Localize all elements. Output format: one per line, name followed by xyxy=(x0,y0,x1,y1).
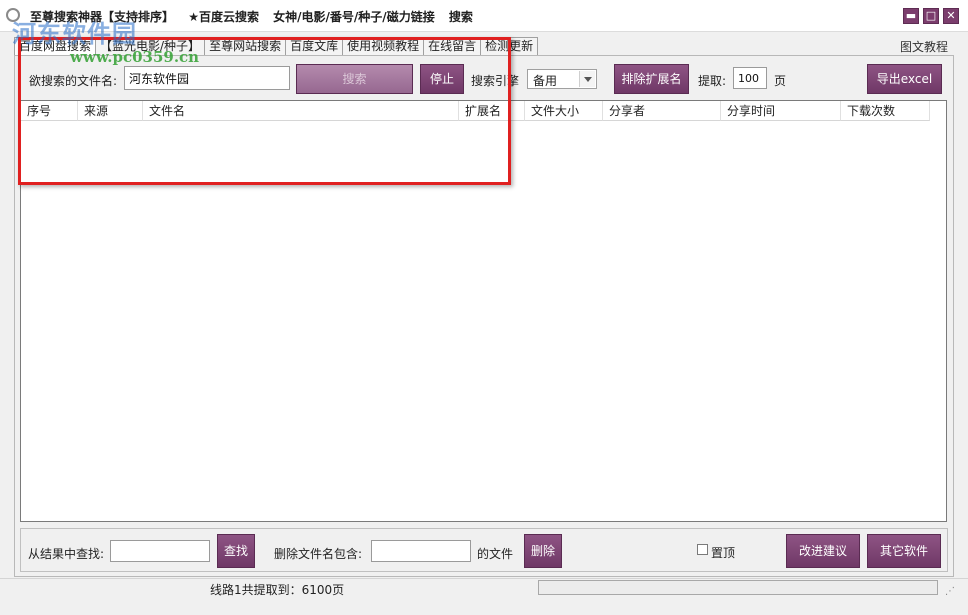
column-header-share-time[interactable]: 分享时间 xyxy=(721,101,841,121)
fetch-label: 提取: xyxy=(698,74,727,88)
search-engine-value: 备用 xyxy=(533,74,558,88)
suggestion-button[interactable]: 改进建议 xyxy=(786,534,860,568)
title-bar: 至尊搜索神器【支持排序】 ★百度云搜索 女神/电影/番号/种子/磁力链接 搜索 … xyxy=(0,0,968,32)
column-header-downloads[interactable]: 下载次数 xyxy=(841,101,930,121)
find-input[interactable] xyxy=(110,540,210,562)
close-button[interactable]: ✕ xyxy=(943,8,959,24)
page-unit-label: 页 xyxy=(774,74,787,88)
status-text: 线路1共提取到：6100页 xyxy=(210,583,345,597)
delete-filter-input[interactable] xyxy=(371,540,471,562)
exclude-extension-button[interactable]: 排除扩展名 xyxy=(614,64,689,94)
title-menu-categories[interactable]: 女神/电影/番号/种子/磁力链接 xyxy=(273,10,435,24)
find-label: 从结果中查找: xyxy=(28,547,105,561)
pin-top-label: 置顶 xyxy=(711,546,736,560)
delete-button[interactable]: 删除 xyxy=(524,534,562,568)
resize-grip-icon[interactable]: ⋰ xyxy=(945,586,955,597)
title-menu-baiduyun[interactable]: ★百度云搜索 xyxy=(188,10,259,24)
column-header-sharer[interactable]: 分享者 xyxy=(603,101,721,121)
search-engine-select[interactable]: 备用 xyxy=(527,69,597,89)
delete-label: 删除文件名包含: xyxy=(274,547,363,561)
progress-bar xyxy=(538,580,938,595)
column-header-filesize[interactable]: 文件大小 xyxy=(525,101,603,121)
export-excel-button[interactable]: 导出excel xyxy=(867,64,942,94)
maximize-button[interactable]: □ xyxy=(923,8,939,24)
minimize-button[interactable]: ▬ xyxy=(903,8,919,24)
help-tutorial-link[interactable]: 图文教程 xyxy=(900,38,948,55)
minimize-icon: ▬ xyxy=(905,9,917,22)
watermark-url: www.pc0359.cn xyxy=(70,48,200,66)
find-button[interactable]: 查找 xyxy=(217,534,255,568)
chevron-down-icon xyxy=(579,71,595,87)
fetch-pages-input[interactable] xyxy=(733,67,767,89)
file-suffix-label: 的文件 xyxy=(477,547,514,561)
other-software-button[interactable]: 其它软件 xyxy=(867,534,941,568)
title-menu-search[interactable]: 搜索 xyxy=(449,10,473,24)
pin-top-checkbox[interactable] xyxy=(697,544,708,555)
watermark: 河东软件园 www.pc0359.cn xyxy=(12,14,199,66)
maximize-icon: □ xyxy=(925,9,937,22)
watermark-title: 河东软件园 xyxy=(12,19,137,48)
close-icon: ✕ xyxy=(946,9,956,22)
